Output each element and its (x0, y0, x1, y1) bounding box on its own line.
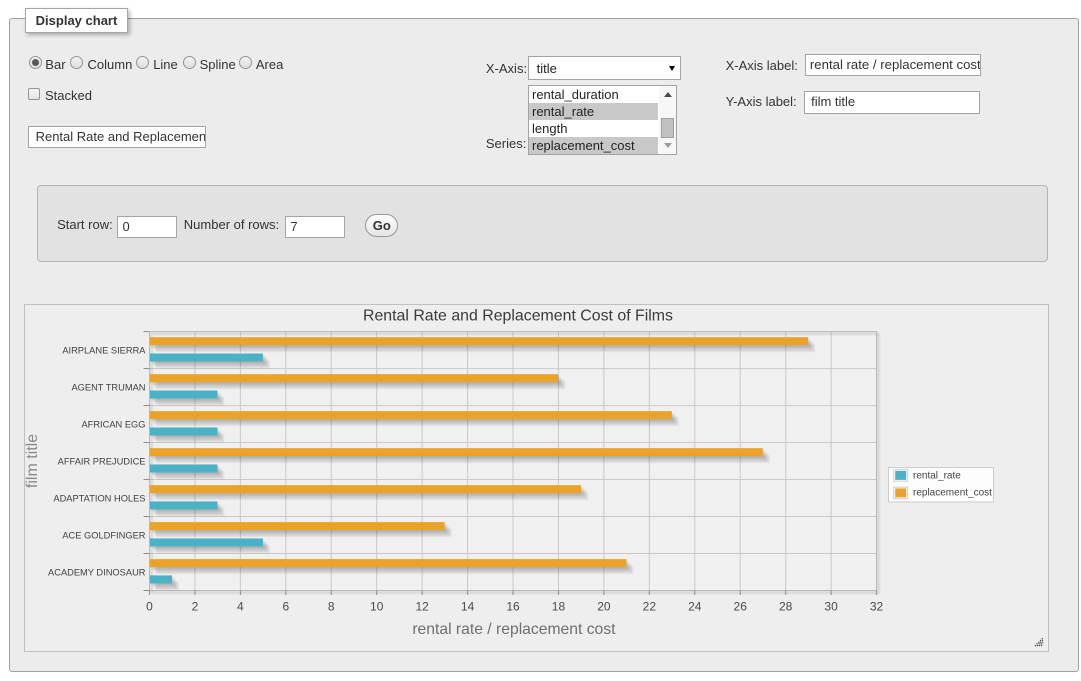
svg-text:film title: film title (25, 434, 41, 488)
svg-text:AFRICAN EGG: AFRICAN EGG (81, 419, 145, 429)
svg-text:ADAPTATION HOLES: ADAPTATION HOLES (53, 493, 145, 503)
svg-text:0: 0 (146, 600, 153, 614)
svg-text:10: 10 (370, 600, 384, 614)
svg-text:20: 20 (597, 600, 611, 614)
svg-text:AFFAIR PREJUDICE: AFFAIR PREJUDICE (58, 456, 146, 466)
svg-text:28: 28 (779, 600, 793, 614)
svg-text:replacement_cost: replacement_cost (913, 488, 992, 499)
svg-text:AIRPLANE SIERRA: AIRPLANE SIERRA (62, 345, 146, 355)
svg-text:rental rate / replacement cost: rental rate / replacement cost (412, 621, 616, 638)
svg-text:Rental Rate and Replacement Co: Rental Rate and Replacement Cost of Film… (363, 308, 673, 325)
svg-text:32: 32 (870, 600, 884, 614)
svg-text:ACE GOLDFINGER: ACE GOLDFINGER (62, 530, 145, 540)
svg-text:12: 12 (415, 600, 429, 614)
svg-text:4: 4 (237, 600, 244, 614)
svg-text:18: 18 (552, 600, 566, 614)
svg-text:6: 6 (282, 600, 289, 614)
svg-text:30: 30 (824, 600, 838, 614)
svg-text:14: 14 (461, 600, 475, 614)
svg-text:22: 22 (643, 600, 657, 614)
svg-text:AGENT TRUMAN: AGENT TRUMAN (71, 382, 145, 392)
svg-text:24: 24 (688, 600, 702, 614)
svg-text:ACADEMY DINOSAUR: ACADEMY DINOSAUR (48, 567, 146, 577)
svg-text:rental_rate: rental_rate (913, 470, 961, 481)
svg-text:2: 2 (192, 600, 199, 614)
svg-text:8: 8 (328, 600, 335, 614)
svg-text:26: 26 (734, 600, 748, 614)
svg-text:16: 16 (506, 600, 520, 614)
